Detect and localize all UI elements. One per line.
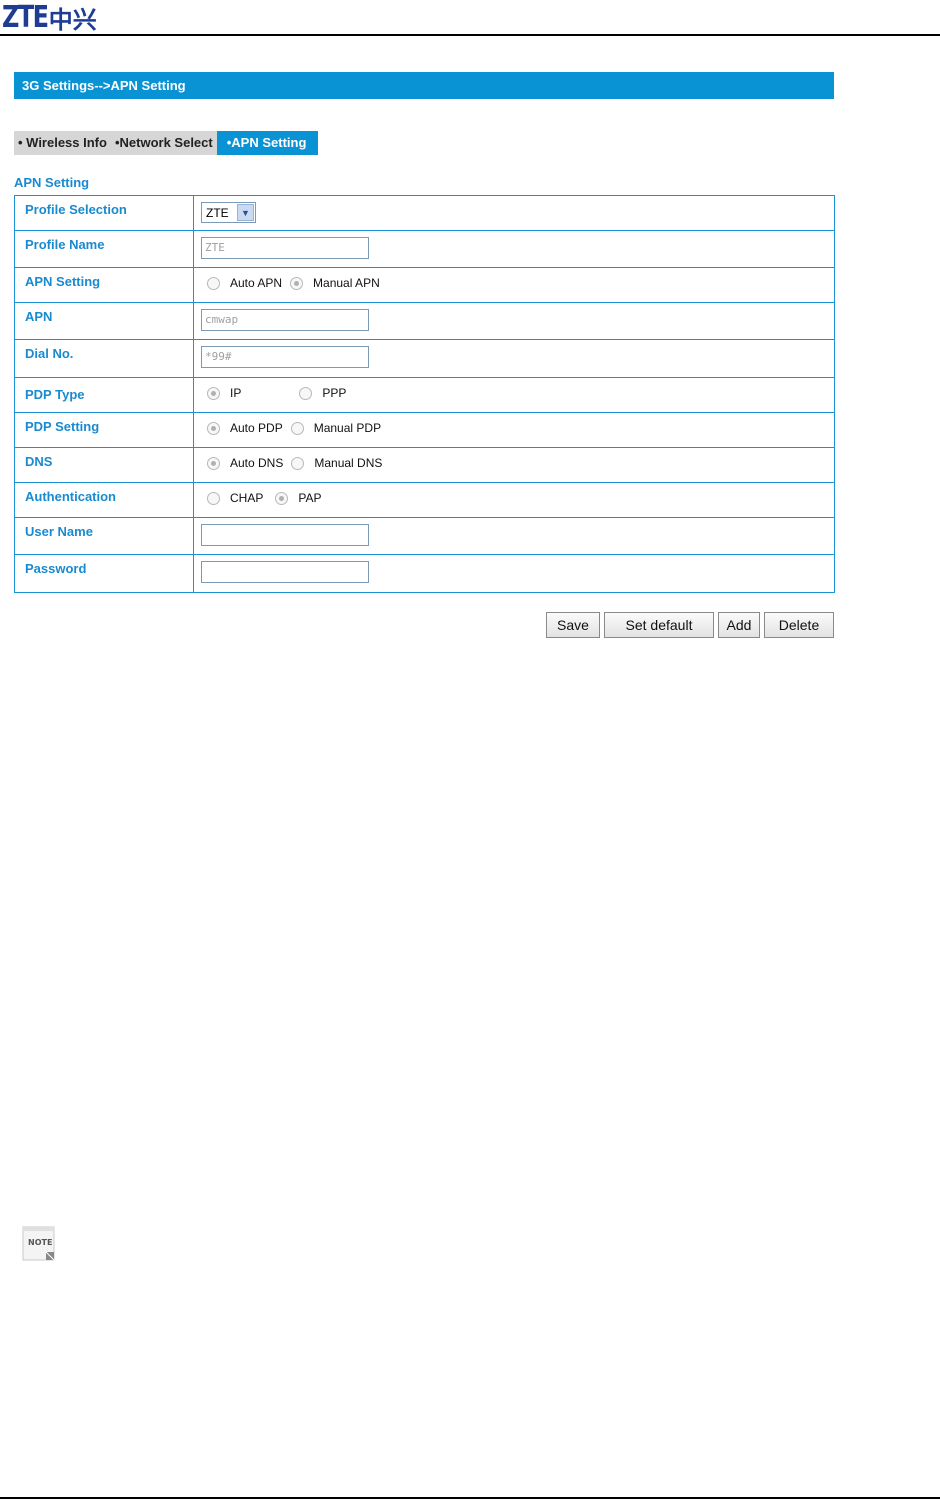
- note-icon-text: NOTE: [28, 1238, 52, 1247]
- profile-name-label: Profile Name: [14, 230, 194, 268]
- user-name-label: User Name: [14, 517, 194, 555]
- pdp-setting-label: PDP Setting: [14, 412, 194, 448]
- logo-latin: ZTE: [2, 0, 49, 35]
- tab-apn-setting[interactable]: •APN Setting: [216, 131, 319, 155]
- manual-pdp-label: Manual PDP: [313, 421, 382, 435]
- row-authentication: Authentication CHAP PAP: [14, 482, 835, 518]
- row-apn: APN cmwap: [14, 302, 835, 340]
- row-user-name: User Name: [14, 517, 835, 555]
- password-label: Password: [14, 554, 194, 593]
- row-dial-no: Dial No. *99#: [14, 339, 835, 378]
- auto-pdp-radio[interactable]: [207, 421, 220, 435]
- footer-rule: [0, 1497, 940, 1499]
- auto-apn-label: Auto APN: [230, 276, 283, 290]
- pap-label: PAP: [298, 491, 322, 505]
- ip-label: IP: [230, 386, 242, 400]
- auto-apn-radio[interactable]: [207, 276, 220, 290]
- ppp-radio[interactable]: [299, 386, 313, 400]
- authentication-label: Authentication: [14, 482, 194, 518]
- add-button[interactable]: Add: [718, 612, 760, 638]
- pap-radio[interactable]: [275, 491, 289, 505]
- zte-logo: ZTE 中兴: [2, 0, 97, 35]
- manual-apn-radio[interactable]: [290, 276, 304, 290]
- user-name-input[interactable]: [201, 524, 369, 546]
- section-label: APN Setting: [14, 175, 90, 190]
- row-password: Password: [14, 554, 835, 593]
- password-input[interactable]: [201, 561, 369, 583]
- profile-selection-label: Profile Selection: [14, 195, 194, 231]
- manual-apn-label: Manual APN: [313, 276, 380, 290]
- apn-setting-label: APN Setting: [14, 267, 194, 303]
- profile-name-input[interactable]: ZTE: [201, 237, 369, 259]
- page-title: 3G Settings-->APN Setting: [14, 72, 834, 99]
- dns-label: DNS: [14, 447, 194, 483]
- set-default-button[interactable]: Set default: [604, 612, 714, 638]
- logo-cjk: 中兴: [48, 5, 97, 34]
- row-profile-selection: Profile Selection ZTE ▼: [14, 195, 835, 231]
- auto-dns-label: Auto DNS: [230, 456, 284, 470]
- row-pdp-setting: PDP Setting Auto PDP Manual PDP: [14, 412, 835, 448]
- manual-pdp-radio[interactable]: [290, 421, 304, 435]
- chap-radio[interactable]: [207, 491, 220, 505]
- chap-label: CHAP: [230, 491, 264, 505]
- ip-radio[interactable]: [207, 386, 220, 400]
- manual-dns-radio[interactable]: [291, 456, 305, 470]
- profile-selection-select[interactable]: ZTE ▼: [201, 202, 256, 223]
- ppp-label: PPP: [322, 386, 347, 400]
- pdp-type-label: PDP Type: [14, 377, 194, 413]
- row-dns: DNS Auto DNS Manual DNS: [14, 447, 835, 483]
- dial-no-label: Dial No.: [14, 339, 194, 378]
- row-profile-name: Profile Name ZTE: [14, 230, 835, 268]
- chevron-down-icon[interactable]: ▼: [237, 204, 254, 221]
- note-icon: NOTE: [22, 1226, 56, 1262]
- tab-bar: • Wireless Info •Network Select •APN Set…: [14, 131, 319, 155]
- tab-wireless-info[interactable]: • Wireless Info: [14, 131, 111, 155]
- manual-dns-label: Manual DNS: [314, 456, 383, 470]
- auto-dns-radio[interactable]: [207, 456, 220, 470]
- dial-no-input[interactable]: *99#: [201, 346, 369, 368]
- apn-input[interactable]: cmwap: [201, 309, 369, 331]
- header-rule: [0, 34, 940, 36]
- delete-button[interactable]: Delete: [764, 612, 834, 638]
- auto-pdp-label: Auto PDP: [230, 421, 283, 435]
- apn-form-table: Profile Selection ZTE ▼ Profile Name ZTE…: [14, 195, 835, 593]
- action-buttons: Save Set default Add Delete: [546, 612, 834, 638]
- row-apn-setting: APN Setting Auto APN Manual APN: [14, 267, 835, 303]
- profile-selection-value: ZTE: [206, 205, 229, 220]
- apn-label: APN: [14, 302, 194, 340]
- tab-network-select[interactable]: •Network Select: [110, 131, 217, 155]
- save-button[interactable]: Save: [546, 612, 600, 638]
- row-pdp-type: PDP Type IP PPP: [14, 377, 835, 413]
